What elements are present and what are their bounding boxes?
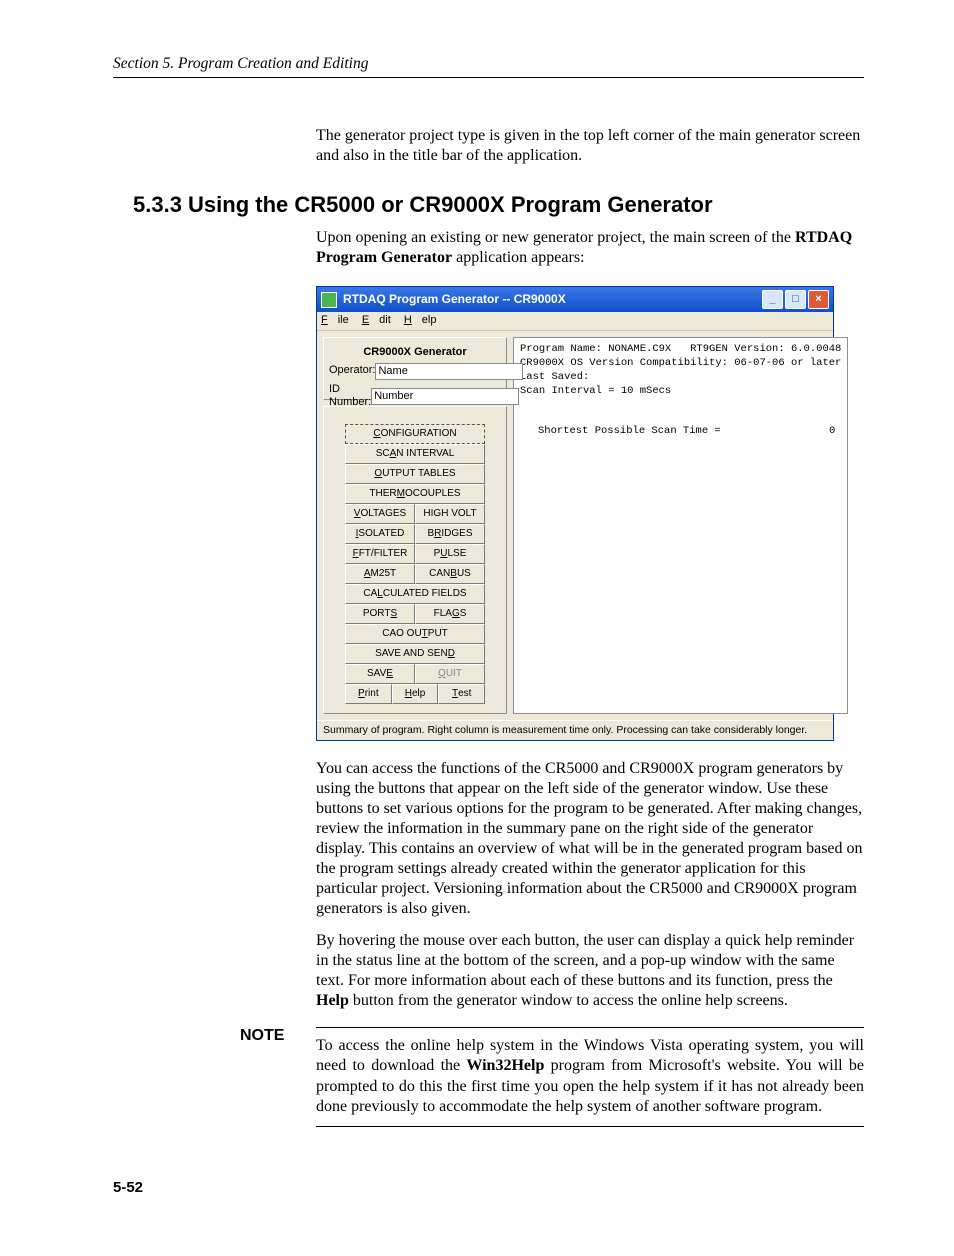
- scan-interval-line: Scan Interval = 10 mSecs: [520, 384, 841, 398]
- menu-edit[interactable]: Edit: [362, 314, 391, 326]
- operator-label: Operator:: [329, 364, 375, 378]
- id-input[interactable]: [371, 388, 519, 405]
- shortest-scan-value: 0: [829, 424, 835, 438]
- fft-filter-button[interactable]: FFT/FILTER: [345, 544, 415, 564]
- window-title: RTDAQ Program Generator -- CR9000X: [343, 292, 566, 307]
- page-header: Section 5. Program Creation and Editing: [113, 55, 864, 78]
- id-label: ID Number:: [329, 383, 371, 411]
- help-button[interactable]: Help: [392, 684, 439, 704]
- canbus-button[interactable]: CANBUS: [415, 564, 485, 584]
- print-button[interactable]: Print: [345, 684, 392, 704]
- save-button[interactable]: SAVE: [345, 664, 415, 684]
- scan-interval-button[interactable]: SCAN INTERVAL: [345, 444, 485, 464]
- bridges-button[interactable]: BRIDGES: [415, 524, 485, 544]
- quit-button[interactable]: QUIT: [415, 664, 485, 684]
- calculated-fields-button[interactable]: CALCULATED FIELDS: [345, 584, 485, 604]
- note-label: NOTE: [240, 1027, 316, 1127]
- section-heading: 5.3.3 Using the CR5000 or CR9000X Progra…: [133, 192, 864, 218]
- high-volt-button[interactable]: HIGH VOLT: [415, 504, 485, 524]
- page-number: 5-52: [113, 1179, 864, 1196]
- test-button[interactable]: Test: [438, 684, 485, 704]
- note-text: To access the online help system in the …: [316, 1027, 864, 1127]
- status-bar: Summary of program. Right column is meas…: [317, 720, 833, 740]
- maximize-button[interactable]: □: [785, 290, 806, 309]
- minimize-button[interactable]: _: [762, 290, 783, 309]
- cao-output-button[interactable]: CAO OUTPUT: [345, 624, 485, 644]
- window-titlebar[interactable]: RTDAQ Program Generator -- CR9000X _ □ ×: [317, 287, 833, 312]
- summary-panel: Program Name: NONAME.C9X RT9GEN Version:…: [513, 337, 848, 714]
- body-para-1: You can access the functions of the CR50…: [316, 759, 864, 919]
- body-para-2: By hovering the mouse over each button, …: [316, 931, 864, 1011]
- flags-button[interactable]: FLAGS: [415, 604, 485, 624]
- button-panel: CONFIGURATION SCAN INTERVAL OUTPUT TABLE…: [323, 406, 507, 714]
- shortest-scan-label: Shortest Possible Scan Time =: [538, 424, 721, 438]
- left-top-panel: CR9000X Generator Operator: ID Number:: [323, 337, 507, 400]
- save-send-button[interactable]: SAVE AND SEND: [345, 644, 485, 664]
- menu-bar: File Edit Help: [317, 312, 833, 331]
- last-saved-line: Last Saved:: [520, 370, 841, 384]
- generator-title: CR9000X Generator: [329, 346, 501, 360]
- close-button[interactable]: ×: [808, 290, 829, 309]
- program-generator-window: RTDAQ Program Generator -- CR9000X _ □ ×…: [316, 286, 834, 741]
- app-icon: [321, 292, 337, 308]
- ports-button[interactable]: PORTS: [345, 604, 415, 624]
- pulse-button[interactable]: PULSE: [415, 544, 485, 564]
- prog-name-line: Program Name: NONAME.C9X RT9GEN Version:…: [520, 342, 841, 356]
- output-tables-button[interactable]: OUTPUT TABLES: [345, 464, 485, 484]
- voltages-button[interactable]: VOLTAGES: [345, 504, 415, 524]
- am25t-button[interactable]: AM25T: [345, 564, 415, 584]
- operator-input[interactable]: [375, 363, 523, 380]
- menu-help[interactable]: Help: [404, 314, 437, 326]
- opening-paragraph: Upon opening an existing or new generato…: [316, 228, 864, 268]
- menu-file[interactable]: File: [321, 314, 349, 326]
- intro-paragraph: The generator project type is given in t…: [316, 126, 864, 166]
- thermocouples-button[interactable]: THERMOCOUPLES: [345, 484, 485, 504]
- configuration-button[interactable]: CONFIGURATION: [345, 424, 485, 444]
- os-compat-line: CR9000X OS Version Compatibility: 06-07-…: [520, 356, 841, 370]
- isolated-button[interactable]: ISOLATED: [345, 524, 415, 544]
